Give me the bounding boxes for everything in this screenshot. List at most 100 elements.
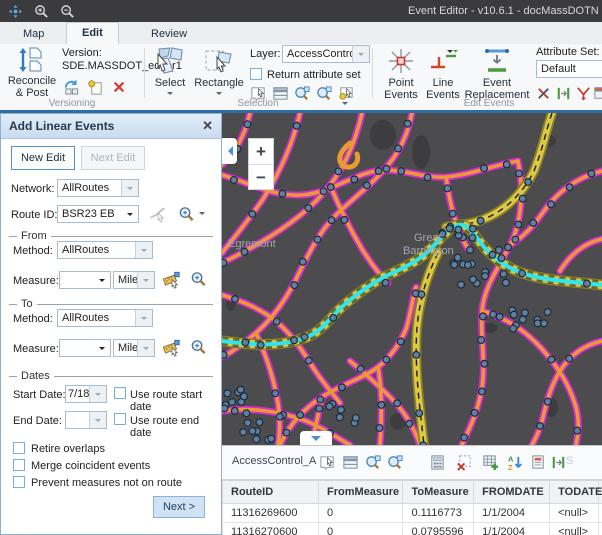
- selection-group-label: Selection: [144, 98, 372, 109]
- app-title: Event Editor - v10.6.1 - docMassDOTN: [408, 5, 602, 17]
- map-zoom-out-button[interactable]: −: [249, 164, 273, 190]
- rectangle-select-button[interactable]: Rectangle: [193, 46, 245, 101]
- ribbon: Reconcile & Post Version: SDE.MASSDOT_ed…: [0, 44, 602, 110]
- collapse-panel-button[interactable]: [222, 138, 237, 164]
- next-button[interactable]: Next >: [153, 496, 205, 518]
- chevron-left-icon: [223, 146, 233, 156]
- merge-coincident-events-label: Merge coincident events: [31, 460, 150, 472]
- dates-section-divider: Dates: [9, 370, 213, 382]
- select-features-icon[interactable]: [318, 453, 336, 471]
- table-toolbar: AccessControl_A S: [222, 446, 602, 479]
- zoom-in-icon[interactable]: [30, 2, 52, 20]
- point-events-button[interactable]: Point Events: [380, 46, 422, 101]
- sort-icon[interactable]: [506, 453, 524, 471]
- use-route-end-date-checkbox[interactable]: [114, 413, 126, 425]
- clear-selection-icon[interactable]: [455, 453, 473, 471]
- retire-overlaps-checkbox[interactable]: [13, 442, 25, 454]
- from-measure-label: Measure:: [13, 275, 59, 287]
- attribute-set-dropdown[interactable]: Default: [536, 60, 602, 78]
- reconcile-post-icon: [18, 46, 46, 74]
- column-header[interactable]: TODATE: [550, 480, 599, 504]
- use-route-end-date-label: Use route end date: [130, 415, 221, 439]
- select-button[interactable]: Select: [150, 46, 190, 101]
- tab-edit[interactable]: Edit: [66, 22, 119, 44]
- map-city-label: Egremont: [228, 238, 276, 250]
- event-replacement-button[interactable]: Event Replacement: [462, 46, 532, 101]
- refresh-version-icon[interactable]: [62, 78, 80, 96]
- event-editor-window: Event Editor - v10.6.1 - docMassDOTN Map…: [0, 0, 602, 535]
- title-bar: Event Editor - v10.6.1 - docMassDOTN: [0, 0, 602, 22]
- use-route-start-date-label: Use route start date: [130, 389, 221, 413]
- panel-header: Add Linear Events ✕: [1, 114, 221, 139]
- attribute-table: RouteID FromMeasure ToMeasure FROMDATE T…: [222, 479, 602, 535]
- chevron-down-icon: [311, 436, 321, 446]
- use-route-start-date-checkbox[interactable]: [114, 387, 126, 399]
- collapse-table-button[interactable]: [300, 431, 332, 445]
- field-calculator-icon[interactable]: [428, 453, 446, 471]
- attribute-set-label: Attribute Set:: [536, 46, 600, 58]
- retire-overlaps-label: Retire overlaps: [31, 443, 105, 455]
- zoom-to-route-icon[interactable]: [177, 205, 195, 223]
- to-method-dropdown[interactable]: AllRoutes: [57, 309, 153, 327]
- group-divider: [372, 48, 373, 98]
- reconcile-post-button[interactable]: Reconcile & Post: [4, 46, 60, 99]
- map-zoom-in-button[interactable]: +: [249, 139, 273, 164]
- from-method-dropdown[interactable]: AllRoutes: [57, 241, 153, 259]
- column-header[interactable]: ToMeasure: [403, 480, 474, 504]
- select-icon: [155, 46, 185, 76]
- table-row[interactable]: 11316269600 0 0.1116773 1/1/2004 <null> …: [223, 504, 602, 523]
- group-divider: [144, 48, 145, 98]
- tab-map[interactable]: Map: [8, 24, 59, 44]
- to-measure-dropdown[interactable]: [59, 339, 111, 357]
- event-replacement-icon: [482, 46, 512, 76]
- zoom-to-measure-icon[interactable]: [189, 270, 207, 288]
- merge-coincident-events-checkbox[interactable]: [13, 459, 25, 471]
- return-attribute-set-checkbox[interactable]: [250, 68, 262, 80]
- start-date-dropdown[interactable]: 7/18/: [65, 385, 107, 403]
- pan-to-selection-icon[interactable]: [386, 453, 404, 471]
- line-events-button[interactable]: Line Events: [424, 46, 462, 101]
- table-row[interactable]: 11316270600 0 0.0795596 1/1/2004 <null> …: [223, 523, 602, 535]
- pick-measure-icon[interactable]: [163, 270, 181, 288]
- next-edit-button[interactable]: Next Edit: [81, 146, 145, 170]
- pick-measure-icon[interactable]: [163, 338, 181, 356]
- zoom-to-measure-icon[interactable]: [189, 338, 207, 356]
- map-view[interactable]: EgremontGreatBarrington + −: [222, 113, 602, 445]
- to-unit-dropdown[interactable]: Miles: [113, 339, 155, 357]
- from-measure-dropdown[interactable]: [59, 271, 111, 289]
- network-dropdown[interactable]: AllRoutes: [57, 179, 139, 197]
- rectangle-select-icon: [204, 46, 234, 76]
- report-icon[interactable]: [529, 453, 547, 471]
- zoom-to-selection-icon[interactable]: [364, 453, 382, 471]
- selection-list-icon[interactable]: [341, 453, 359, 471]
- endpoints-arrow-icon[interactable]: [549, 453, 567, 471]
- map-canvas[interactable]: EgremontGreatBarrington: [222, 113, 602, 445]
- pan-icon[interactable]: [4, 2, 26, 20]
- route-id-label: Route ID:: [11, 209, 57, 221]
- attribute-table-panel: AccessControl_A S RouteID FromMeasure To…: [222, 445, 602, 535]
- chevron-down-icon[interactable]: [199, 212, 205, 218]
- table-more-label[interactable]: S: [566, 455, 573, 467]
- column-header[interactable]: FromMeasure: [319, 480, 403, 504]
- column-header[interactable]: RouteID: [223, 480, 319, 504]
- new-edit-button[interactable]: New Edit: [11, 146, 75, 170]
- pick-route-icon[interactable]: [149, 205, 167, 223]
- layer-label: Layer:: [250, 48, 281, 60]
- tab-review[interactable]: Review: [136, 24, 202, 44]
- from-unit-dropdown[interactable]: Miles: [113, 271, 155, 289]
- prevent-measures-label: Prevent measures not on route: [31, 477, 182, 489]
- end-date-dropdown[interactable]: [65, 411, 107, 429]
- zoom-out-icon[interactable]: [56, 2, 78, 20]
- route-id-dropdown[interactable]: BSR23 EB: [57, 205, 139, 223]
- layer-dropdown[interactable]: AccessControl_A: [282, 45, 370, 63]
- add-linear-events-panel: Add Linear Events ✕ New Edit Next Edit N…: [0, 113, 222, 535]
- line-events-icon: [428, 46, 458, 76]
- new-version-icon[interactable]: [86, 78, 104, 96]
- delete-version-icon[interactable]: [110, 78, 128, 96]
- add-records-icon[interactable]: [481, 453, 499, 471]
- column-header[interactable]: FROMDATE: [474, 480, 550, 504]
- close-icon[interactable]: ✕: [202, 118, 213, 134]
- prevent-measures-checkbox[interactable]: [13, 476, 25, 488]
- network-label: Network:: [11, 183, 54, 195]
- edit-events-group-label: Edit Events: [376, 98, 602, 109]
